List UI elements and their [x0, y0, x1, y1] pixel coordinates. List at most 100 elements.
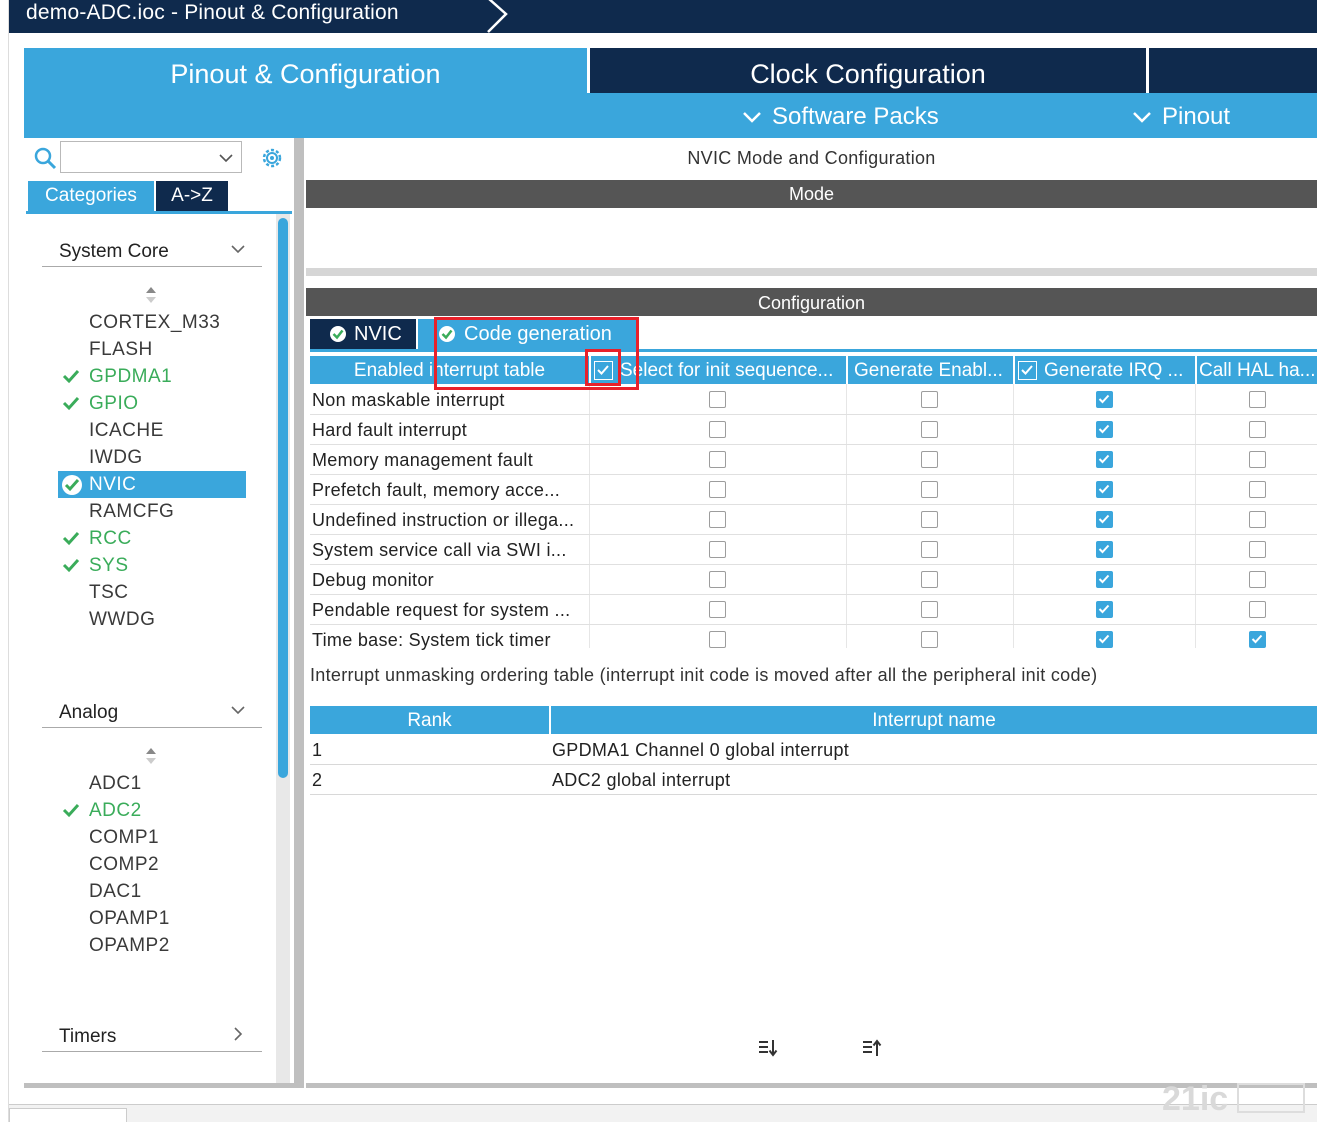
- checkbox-hal[interactable]: [1249, 481, 1266, 498]
- checkbox-irq[interactable]: [1096, 391, 1113, 408]
- checkbox-irq[interactable]: [1096, 571, 1113, 588]
- checkbox-enable[interactable]: [921, 391, 938, 408]
- checkbox-hal[interactable]: [1249, 541, 1266, 558]
- checkbox-init[interactable]: [709, 421, 726, 438]
- tab-categories[interactable]: Categories: [28, 181, 154, 211]
- list-item-sys[interactable]: SYS: [89, 552, 129, 579]
- checkbox-enable[interactable]: [921, 631, 938, 648]
- list-item-adc1[interactable]: ADC1: [89, 770, 142, 797]
- checkbox-init[interactable]: [709, 601, 726, 618]
- checkbox-irq[interactable]: [1096, 421, 1113, 438]
- sort-icon[interactable]: [144, 747, 158, 765]
- checkbox-init[interactable]: [709, 511, 726, 528]
- list-item-rcc[interactable]: RCC: [89, 525, 132, 552]
- checkbox-irq[interactable]: [1096, 631, 1113, 648]
- interrupt-name-cell[interactable]: GPDMA1 Channel 0 global interrupt: [552, 735, 849, 765]
- list-item-iwdg[interactable]: IWDG: [89, 444, 143, 471]
- search-input[interactable]: [60, 141, 242, 173]
- column-call-hal-handler[interactable]: Call HAL ha...: [1199, 356, 1317, 384]
- bottom-panel-strip: [9, 1104, 1317, 1122]
- gear-icon[interactable]: [258, 144, 286, 172]
- search-icon[interactable]: [33, 146, 57, 170]
- checkbox-irq[interactable]: [1096, 541, 1113, 558]
- panel-splitter[interactable]: [294, 138, 304, 1088]
- list-item-icache[interactable]: ICACHE: [89, 417, 164, 444]
- list-item-tsc[interactable]: TSC: [89, 579, 129, 606]
- list-item-cortex_m33[interactable]: CORTEX_M33: [89, 309, 220, 336]
- checkbox-init[interactable]: [709, 481, 726, 498]
- list-item-comp2[interactable]: COMP2: [89, 851, 159, 878]
- checkmark-icon: [1021, 365, 1033, 375]
- checkbox-init[interactable]: [709, 541, 726, 558]
- column-interrupt-name[interactable]: Interrupt name: [551, 706, 1317, 734]
- checkbox-enable[interactable]: [921, 421, 938, 438]
- checkbox-hal[interactable]: [1249, 391, 1266, 408]
- checkbox-enable[interactable]: [921, 571, 938, 588]
- page-title: NVIC Mode and Configuration: [687, 148, 936, 168]
- checkbox-hal[interactable]: [1249, 421, 1266, 438]
- checkbox-irq[interactable]: [1096, 511, 1113, 528]
- software-packs-menu[interactable]: Software Packs: [742, 93, 939, 138]
- select-all-irq-checkbox[interactable]: [1018, 361, 1037, 380]
- list-item-opamp1[interactable]: OPAMP1: [89, 905, 170, 932]
- checkbox-enable[interactable]: [921, 511, 938, 528]
- checkbox-enable[interactable]: [921, 451, 938, 468]
- tab-a-to-z[interactable]: A->Z: [156, 181, 228, 211]
- list-item-opamp2[interactable]: OPAMP2: [89, 932, 170, 959]
- list-item-adc2[interactable]: ADC2: [89, 797, 142, 824]
- checkbox-irq[interactable]: [1096, 481, 1113, 498]
- tab-nvic[interactable]: NVIC: [310, 319, 416, 350]
- move-down-icon[interactable]: [757, 1038, 779, 1058]
- tab-clock-configuration[interactable]: Clock Configuration: [590, 48, 1146, 93]
- interrupt-name-cell[interactable]: ADC2 global interrupt: [552, 765, 730, 795]
- checkbox-hal[interactable]: [1249, 511, 1266, 528]
- move-up-icon[interactable]: [861, 1038, 883, 1058]
- sort-icon[interactable]: [144, 286, 158, 304]
- bottom-panel-tab[interactable]: [9, 1108, 127, 1122]
- selected-item-highlight: [58, 471, 246, 498]
- list-item-gpio[interactable]: GPIO: [89, 390, 139, 417]
- checkbox-enable[interactable]: [921, 601, 938, 618]
- list-item-dac1[interactable]: DAC1: [89, 878, 142, 905]
- checkmark-icon: [1251, 634, 1263, 644]
- group-system-core[interactable]: System Core: [42, 237, 262, 267]
- list-item-wwdg[interactable]: WWDG: [89, 606, 155, 633]
- checkbox-hal[interactable]: [1249, 631, 1266, 648]
- svg-text:21ic: 21ic: [1162, 1080, 1228, 1118]
- check-circle-icon: [62, 475, 82, 495]
- checkmark-icon: [62, 558, 80, 573]
- group-analog[interactable]: Analog: [42, 698, 262, 728]
- interrupt-row-name: Prefetch fault, memory acce...: [312, 480, 561, 500]
- checkmark-icon: [1098, 514, 1110, 524]
- checkbox-enable[interactable]: [921, 481, 938, 498]
- tab-pinout-configuration[interactable]: Pinout & Configuration: [24, 48, 587, 98]
- list-item-nvic[interactable]: NVIC: [89, 471, 136, 498]
- list-item-ramcfg[interactable]: RAMCFG: [89, 498, 174, 525]
- checkbox-hal[interactable]: [1249, 601, 1266, 618]
- rank-cell[interactable]: 1: [312, 735, 322, 765]
- chevron-down-icon: [743, 111, 761, 123]
- left-scrollbar-thumb[interactable]: [278, 218, 288, 778]
- chevron-down-icon[interactable]: [217, 149, 235, 167]
- column-generate-irq[interactable]: Generate IRQ ...: [1044, 356, 1194, 384]
- column-rank[interactable]: Rank: [310, 706, 549, 734]
- checkbox-init[interactable]: [709, 571, 726, 588]
- checkbox-init[interactable]: [709, 391, 726, 408]
- column-generate-enable[interactable]: Generate Enabl...: [854, 356, 1012, 384]
- list-item-gpdma1[interactable]: GPDMA1: [89, 363, 172, 390]
- column-select-init-sequence[interactable]: Select for init sequence...: [620, 356, 846, 384]
- checkbox-init[interactable]: [709, 451, 726, 468]
- checkbox-init[interactable]: [709, 631, 726, 648]
- checkbox-irq[interactable]: [1096, 601, 1113, 618]
- list-item-flash[interactable]: FLASH: [89, 336, 153, 363]
- checkbox-enable[interactable]: [921, 541, 938, 558]
- rank-cell[interactable]: 2: [312, 765, 322, 795]
- tab-more[interactable]: [1149, 48, 1317, 93]
- checkbox-hal[interactable]: [1249, 571, 1266, 588]
- list-item-comp1[interactable]: COMP1: [89, 824, 159, 851]
- group-timers[interactable]: Timers: [42, 1022, 262, 1052]
- pinout-menu[interactable]: Pinout: [1132, 93, 1230, 138]
- checkbox-irq[interactable]: [1096, 451, 1113, 468]
- checkmark-icon: [1098, 544, 1110, 554]
- checkbox-hal[interactable]: [1249, 451, 1266, 468]
